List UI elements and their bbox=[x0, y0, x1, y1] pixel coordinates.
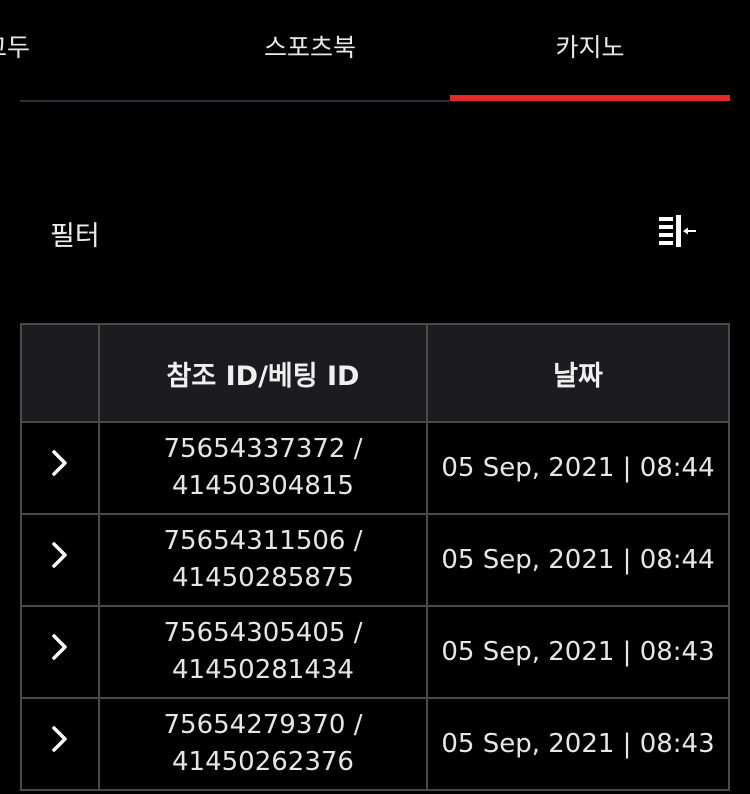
table-row: 75654279370 / 41450262376 05 Sep, 2021 |… bbox=[20, 697, 730, 791]
table-header-row: 참조 ID/베팅 ID 날짜 bbox=[20, 323, 730, 423]
header-expand bbox=[20, 323, 100, 423]
chevron-right-icon[interactable] bbox=[49, 449, 71, 477]
header-date: 날짜 bbox=[426, 323, 730, 423]
bet-id: 41450285875 bbox=[172, 563, 354, 593]
tab-all-label: 고두 bbox=[0, 33, 31, 62]
expand-cell[interactable] bbox=[20, 421, 100, 515]
tab-divider bbox=[20, 100, 450, 102]
ref-id: 75654279370 / bbox=[163, 710, 363, 740]
filter-label: 필터 bbox=[50, 221, 100, 252]
expand-cell[interactable] bbox=[20, 697, 100, 791]
table-row: 75654311506 / 41450285875 05 Sep, 2021 |… bbox=[20, 513, 730, 607]
bet-id: 41450304815 bbox=[172, 471, 354, 501]
table-row: 75654305405 / 41450281434 05 Sep, 2021 |… bbox=[20, 605, 730, 699]
tab-sportsbook[interactable]: 스포츠북 bbox=[200, 24, 420, 68]
ref-bet-id-cell: 75654337372 / 41450304815 bbox=[98, 421, 428, 515]
ref-bet-id-cell: 75654311506 / 41450285875 bbox=[98, 513, 428, 607]
date-cell: 05 Sep, 2021 | 08:43 bbox=[426, 697, 730, 791]
expand-cell[interactable] bbox=[20, 513, 100, 607]
date-cell: 05 Sep, 2021 | 08:43 bbox=[426, 605, 730, 699]
chevron-right-icon[interactable] bbox=[49, 633, 71, 661]
ref-bet-id-cell: 75654279370 / 41450262376 bbox=[98, 697, 428, 791]
active-tab-indicator bbox=[450, 95, 730, 101]
tab-all[interactable]: 고두 bbox=[0, 24, 62, 68]
bet-id: 41450281434 bbox=[172, 655, 354, 685]
tab-casino-label: 카지노 bbox=[555, 33, 625, 62]
ref-bet-id-cell: 75654305405 / 41450281434 bbox=[98, 605, 428, 699]
tab-casino[interactable]: 카지노 bbox=[480, 24, 700, 68]
table-row: 75654337372 / 41450304815 05 Sep, 2021 |… bbox=[20, 421, 730, 515]
ref-id: 75654305405 / bbox=[163, 618, 363, 648]
bet-id: 41450262376 bbox=[172, 747, 354, 777]
tab-sportsbook-label: 스포츠북 bbox=[263, 33, 356, 62]
bet-history-table: 참조 ID/베팅 ID 날짜 75654337372 / 41450304815… bbox=[20, 323, 730, 791]
chevron-right-icon[interactable] bbox=[49, 541, 71, 569]
collapse-left-icon[interactable] bbox=[656, 212, 700, 252]
expand-cell[interactable] bbox=[20, 605, 100, 699]
tab-bar: 고두 스포츠북 카지노 bbox=[0, 0, 750, 102]
ref-id: 75654337372 / bbox=[163, 434, 363, 464]
ref-id: 75654311506 / bbox=[163, 526, 363, 556]
date-cell: 05 Sep, 2021 | 08:44 bbox=[426, 513, 730, 607]
chevron-right-icon[interactable] bbox=[49, 725, 71, 753]
date-cell: 05 Sep, 2021 | 08:44 bbox=[426, 421, 730, 515]
header-ref-bet-id: 참조 ID/베팅 ID bbox=[98, 323, 428, 423]
